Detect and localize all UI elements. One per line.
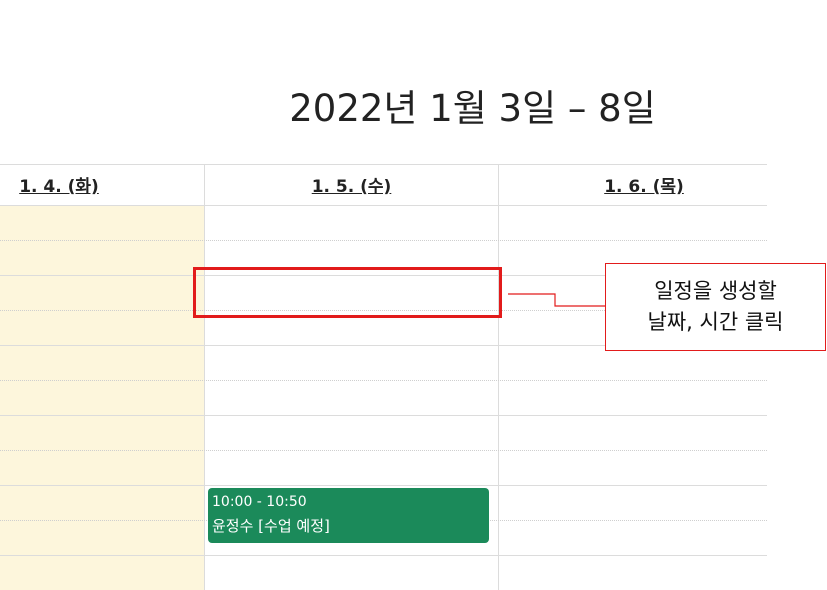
callout-line-1: 일정을 생성할 (654, 279, 777, 303)
instruction-callout: 일정을 생성할 날짜, 시간 클릭 (605, 263, 826, 351)
callout-line-2: 날짜, 시간 클릭 (647, 310, 784, 334)
